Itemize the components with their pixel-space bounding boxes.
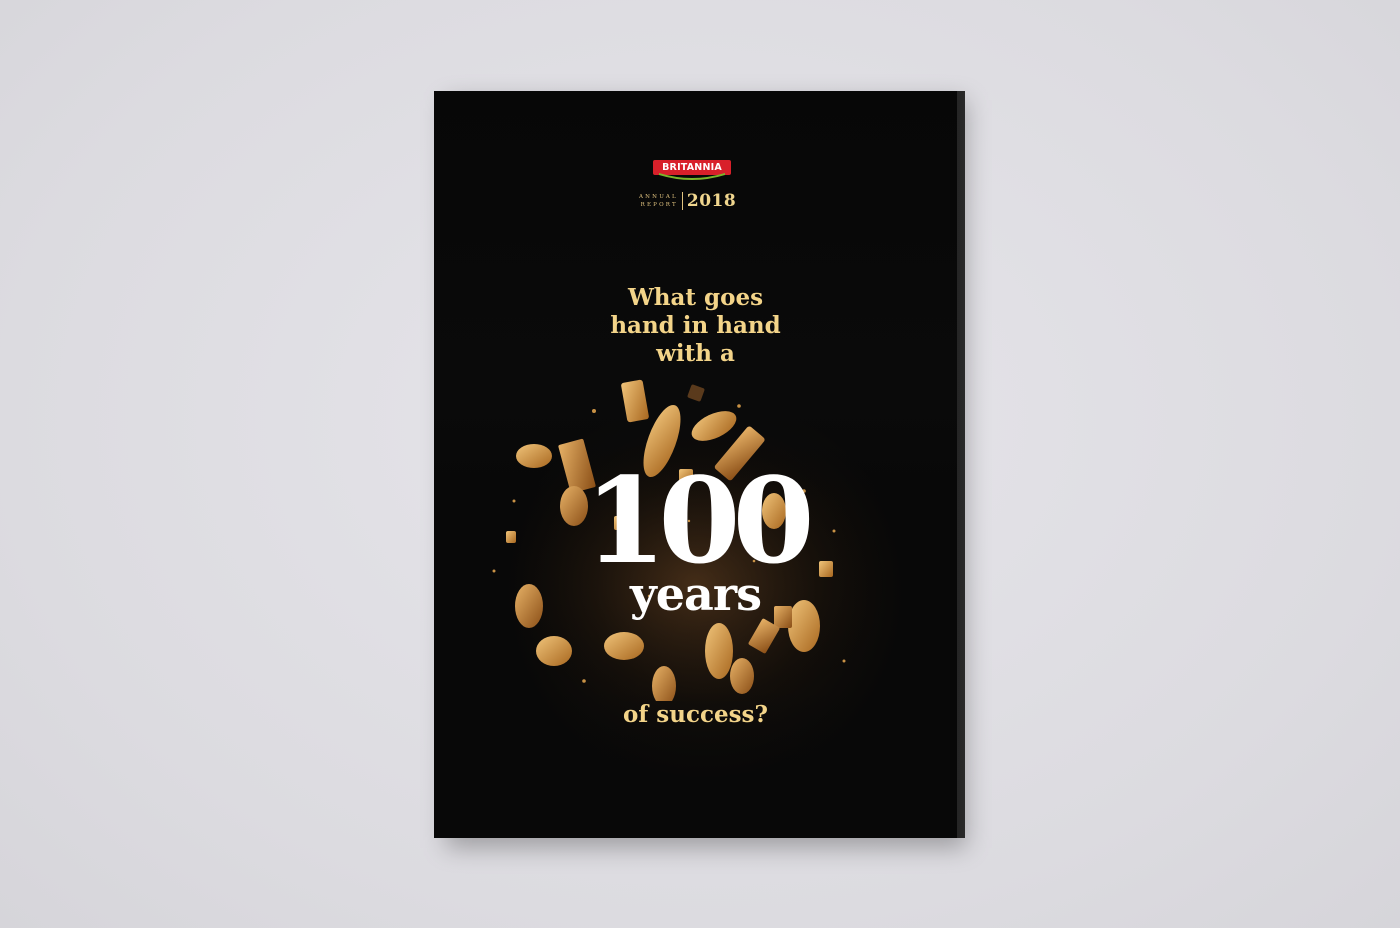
annual-report-cover: BRITANNIA ANNUAL REPORT 2018 What goes h… <box>434 91 957 838</box>
headline: What goes hand in hand with a <box>434 284 957 368</box>
headline-line-2: hand in hand <box>610 312 781 339</box>
report-divider <box>681 192 683 210</box>
britannia-logo-icon: BRITANNIA <box>653 160 731 182</box>
backdrop: BRITANNIA ANNUAL REPORT 2018 What goes h… <box>0 0 1400 928</box>
big-word: years <box>630 567 762 621</box>
tagline: of success? <box>623 701 768 728</box>
report-label-annual: ANNUAL <box>639 194 678 200</box>
big-number: 100 <box>584 451 814 590</box>
logo-swoosh-icon <box>659 173 725 180</box>
headline-line-1: What goes <box>627 284 764 311</box>
report-title: ANNUAL REPORT 2018 <box>639 190 736 212</box>
report-year: 2018 <box>686 191 737 211</box>
report-label-report: REPORT <box>640 202 678 208</box>
